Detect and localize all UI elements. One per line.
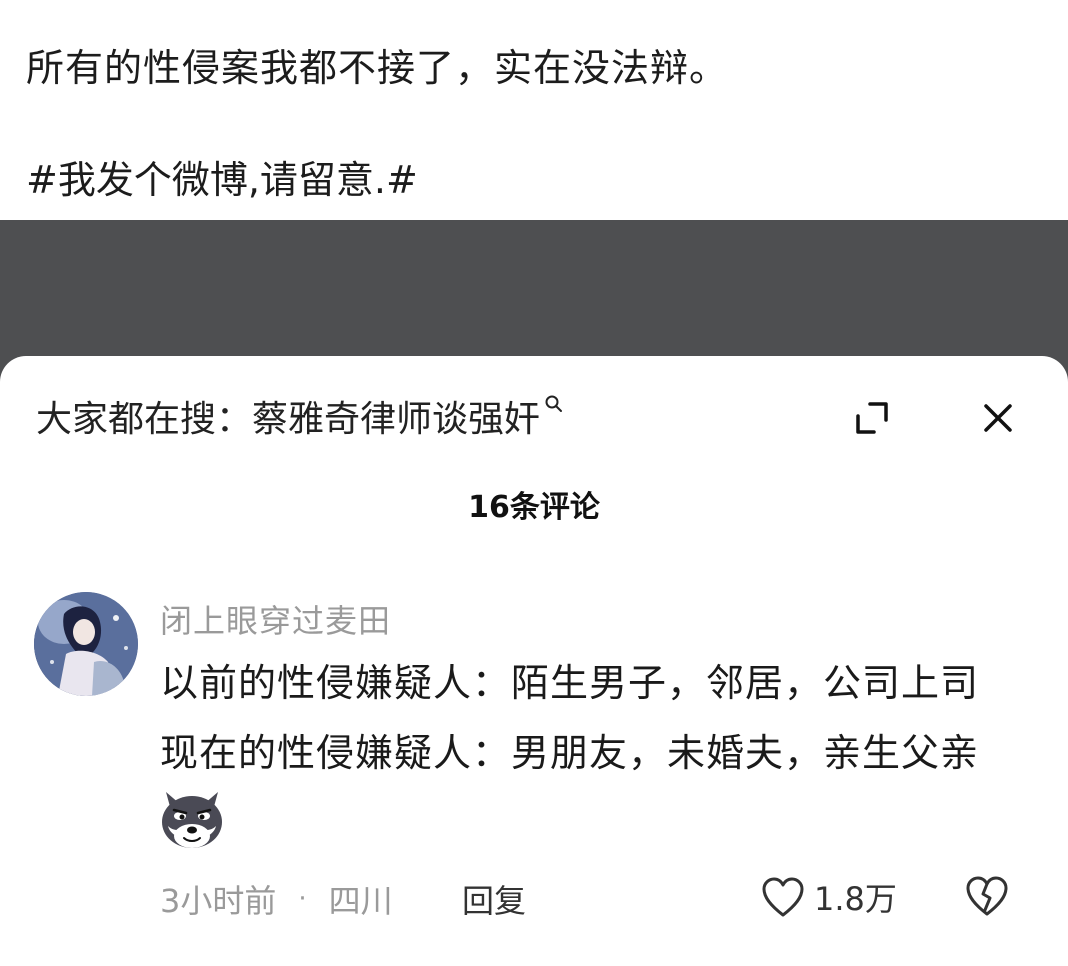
avatar[interactable]	[34, 592, 138, 696]
comment-count-title: 16条评论	[468, 490, 600, 525]
comment-sheet: 大家都在搜：蔡雅奇律师谈强奸 16条评论 闭上眼穿过麦田 以前的性侵嫌疑人：陌生…	[0, 356, 1068, 966]
like-count: 1.8万	[814, 880, 897, 918]
close-icon	[984, 404, 1012, 432]
comment-text-line-1: 以前的性侵嫌疑人：陌生男子，邻居，公司上司	[160, 661, 980, 705]
husky-emoji	[162, 792, 222, 848]
close-button[interactable]	[970, 390, 1026, 446]
trending-search-text: 大家都在搜：蔡雅奇律师谈强奸	[36, 399, 541, 440]
broken-heart-icon[interactable]	[964, 874, 1010, 918]
comment-username[interactable]: 闭上眼穿过麦田	[160, 596, 391, 642]
comment-time: 3小时前	[160, 882, 277, 920]
screen: 所有的性侵案我都不接了，实在没法辩。 #我发个微博,请留意.# 大家都在搜：蔡雅…	[0, 0, 1068, 966]
meta-separator: ·	[298, 884, 307, 914]
expand-button[interactable]	[844, 390, 900, 446]
like-button[interactable]: 1.8万	[760, 874, 897, 920]
search-icon	[545, 395, 563, 412]
reply-button[interactable]: 回复	[462, 876, 526, 922]
comment-location: 四川	[328, 882, 393, 920]
post-text: 所有的性侵案我都不接了，实在没法辩。	[26, 46, 729, 90]
expand-icon	[856, 402, 888, 434]
avatar-image	[34, 592, 138, 696]
comment-meta: 3小时前 · 四川	[160, 876, 393, 922]
trending-search-link[interactable]: 大家都在搜：蔡雅奇律师谈强奸	[36, 395, 564, 444]
heart-icon	[762, 877, 804, 917]
comment-text-line-2: 现在的性侵嫌疑人：男朋友，未婚夫，亲生父亲	[160, 731, 980, 775]
post-content: 所有的性侵案我都不接了，实在没法辩。 #我发个微博,请留意.#	[0, 0, 1068, 220]
post-hashtag[interactable]: #我发个微博,请留意.#	[26, 150, 418, 210]
